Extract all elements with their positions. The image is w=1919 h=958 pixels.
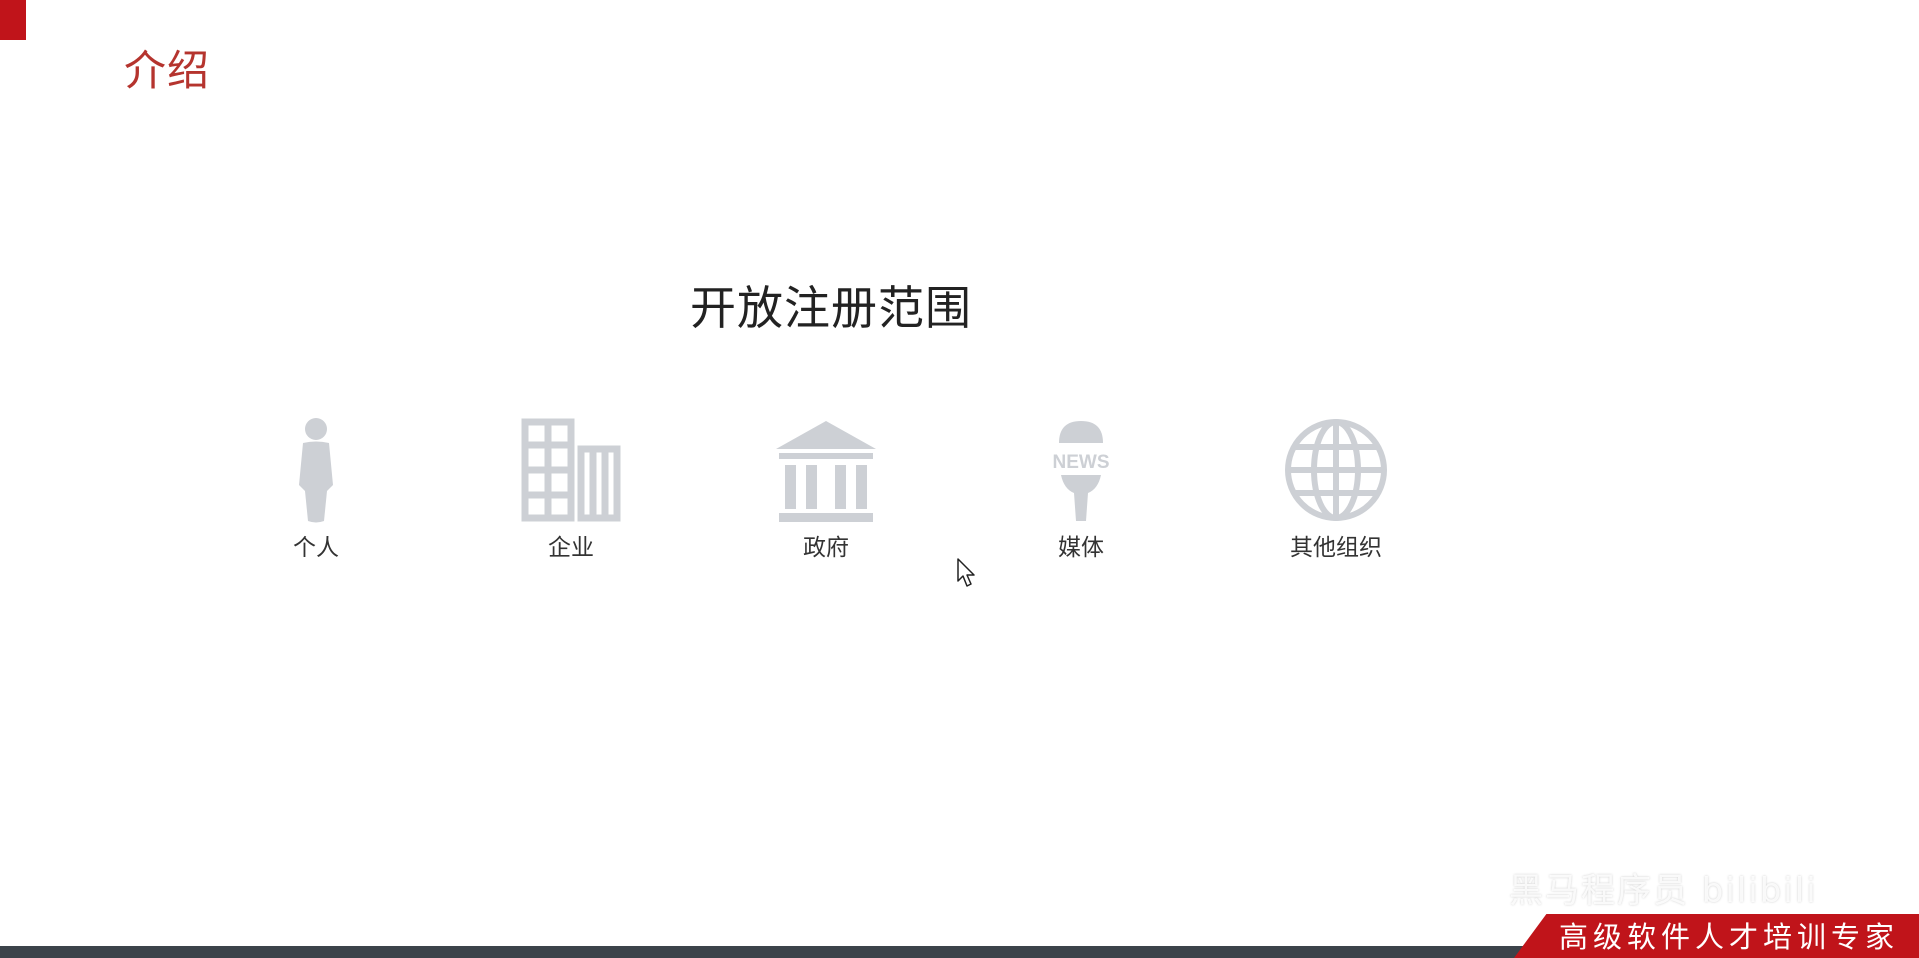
slogan-ribbon: 高级软件人才培训专家 — [1514, 914, 1919, 958]
news-text: NEWS — [1053, 452, 1110, 473]
scope-item-media: NEWS 媒体 — [1001, 415, 1161, 560]
news-microphone-icon: NEWS — [1053, 421, 1110, 521]
corner-accent-block — [0, 0, 26, 40]
person-icon — [299, 418, 333, 523]
government-building-icon — [776, 421, 876, 522]
scope-label: 个人 — [293, 535, 339, 561]
watermark-text: 黑马程序员 bilibili — [1509, 871, 1818, 911]
mouse-cursor-icon — [957, 558, 975, 587]
section-heading: 开放注册范围 — [690, 281, 972, 335]
scope-item-other-org: 其他组织 — [1256, 415, 1416, 560]
scope-label: 企业 — [548, 535, 594, 561]
globe-icon — [1285, 419, 1387, 521]
watermark: 黑马程序员 bilibili — [1509, 850, 1879, 920]
scope-item-government: 政府 — [746, 415, 906, 560]
slide: 介绍 开放注册范围 个人 企业 政府 NEWS 媒体 其他组织 黑马程序员 bi… — [0, 0, 1919, 958]
scope-label: 其他组织 — [1290, 535, 1382, 561]
slide-title: 介绍 — [124, 46, 211, 95]
scope-label: 媒体 — [1058, 535, 1104, 561]
scope-label: 政府 — [803, 535, 849, 561]
scope-item-enterprise: 企业 — [491, 415, 651, 560]
scope-item-individual: 个人 — [236, 415, 396, 560]
slogan-text: 高级软件人才培训专家 — [1558, 920, 1899, 954]
office-building-icon — [521, 418, 621, 522]
